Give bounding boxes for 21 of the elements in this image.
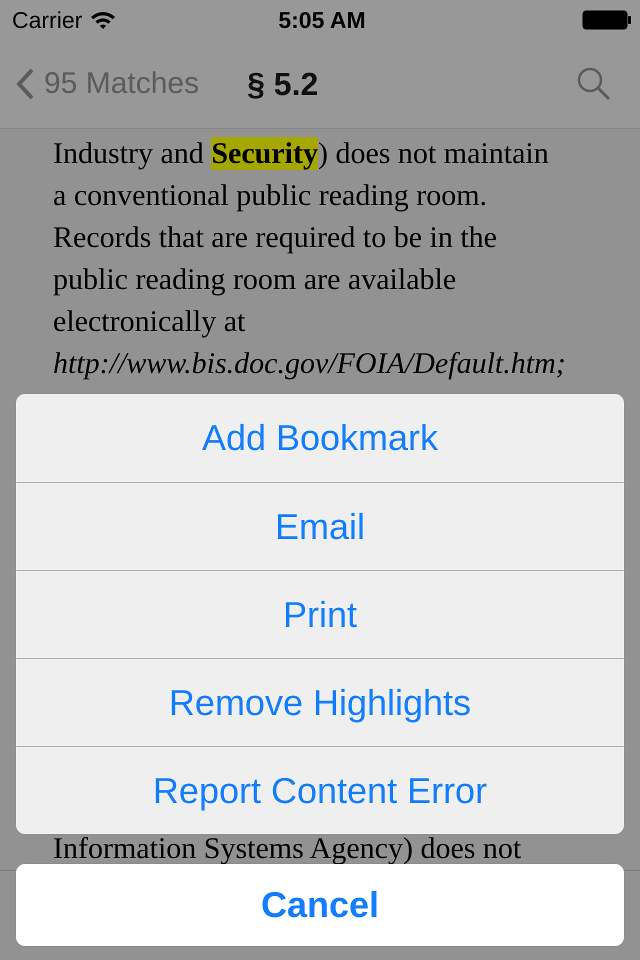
page-title: § 5.2 (247, 66, 320, 102)
back-button[interactable]: 95 Matches (16, 67, 200, 101)
document-text: http://www.bis.doc.gov/FOIA/Default.htm; (53, 346, 566, 382)
action-button[interactable]: Add Bookmark (16, 394, 624, 482)
action-button[interactable]: Email (16, 482, 624, 570)
document-text: electronically at (53, 304, 246, 340)
action-button[interactable]: Print (16, 570, 624, 658)
document-text: Industry and Security) does not maintain (53, 136, 549, 172)
chevron-icon (16, 68, 34, 100)
action-button[interactable]: Report Content Error (16, 746, 624, 834)
cancel-button[interactable]: Cancel (16, 864, 624, 946)
search-icon[interactable] (576, 66, 612, 102)
action-button[interactable]: Remove Highlights (16, 658, 624, 746)
carrier-name: Carrier (12, 6, 82, 34)
document-text: Records that are required to be in the (53, 220, 497, 256)
status-time: 5:05 AM (277, 6, 367, 34)
wifi-icon (90, 10, 116, 30)
battery-icon (582, 10, 632, 30)
document-text: a conventional public reading room. (53, 178, 488, 214)
document-text: Information Systems Agency) does not (53, 834, 522, 864)
document-text: public reading room are available (53, 262, 456, 298)
